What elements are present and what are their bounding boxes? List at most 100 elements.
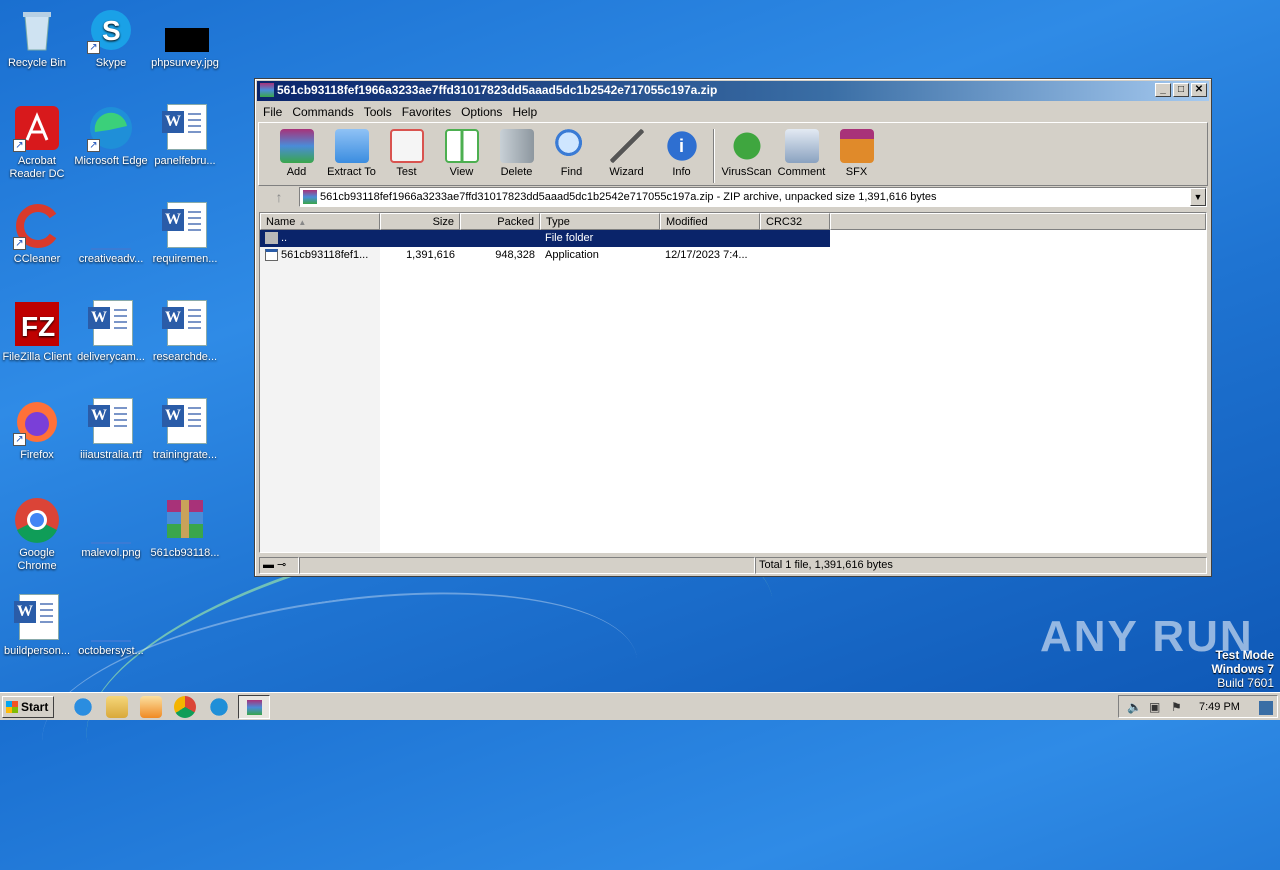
explorer-folder-icon[interactable] [106, 695, 128, 718]
tool-label: Comment [777, 166, 826, 178]
desktop-icon-buildperson[interactable]: W buildperson... [0, 594, 74, 658]
desktop-icon-trainingrate[interactable]: W trainingrate... [148, 398, 222, 462]
shortcut-arrow-icon: ↗ [87, 41, 100, 54]
chrome-icon [13, 496, 61, 544]
view-button[interactable]: View [434, 127, 489, 178]
shortcut-arrow-icon: ↗ [13, 237, 26, 250]
drive-key-icon[interactable]: ▬ ⊸ [259, 557, 299, 574]
action-center-flag-icon[interactable]: ⚑ [1171, 700, 1185, 714]
desktop-icon-filezilla[interactable]: FZ FileZilla Client [0, 300, 74, 364]
desktop-icon-deliverycam[interactable]: W deliverycam... [74, 300, 148, 364]
clock[interactable]: 7:49 PM [1199, 701, 1240, 713]
info-button[interactable]: i Info [654, 127, 709, 178]
show-desktop-button[interactable] [1259, 701, 1273, 715]
menu-help[interactable]: Help [508, 103, 543, 121]
tool-label: Delete [500, 166, 533, 178]
desktop-icon-malevol[interactable]: malevol.png [74, 496, 148, 560]
window-titlebar[interactable]: 561cb93118fef1966a3233ae7ffd31017823dd5a… [257, 81, 1209, 101]
window-title: 561cb93118fef1966a3233ae7ffd31017823dd5a… [277, 83, 718, 97]
chrome-icon[interactable] [174, 695, 196, 718]
cell-packed: 948,328 [495, 249, 535, 261]
maximize-button[interactable]: □ [1173, 83, 1189, 97]
test-button[interactable]: Test [379, 127, 434, 178]
taskbar-winrar-button[interactable] [238, 694, 270, 719]
desktop-icon-requiremen[interactable]: W requiremen... [148, 202, 222, 266]
cell-modified [660, 230, 760, 247]
menu-file[interactable]: File [259, 103, 288, 121]
blank-file-icon [87, 496, 135, 544]
close-button[interactable]: ✕ [1191, 83, 1207, 97]
menu-options[interactable]: Options [457, 103, 508, 121]
media-player-icon[interactable] [140, 695, 162, 718]
menu-tools[interactable]: Tools [360, 103, 398, 121]
icon-label: deliverycam... [77, 351, 145, 363]
volume-icon[interactable]: 🔈 [1127, 700, 1142, 714]
table-row[interactable]: .. File folder [260, 230, 830, 247]
application-file-icon [265, 249, 278, 262]
find-button[interactable]: Find [544, 127, 599, 178]
icon-label: researchde... [152, 351, 218, 363]
column-header-modified[interactable]: Modified [660, 213, 760, 230]
icon-label: Google Chrome [17, 547, 57, 572]
column-header-name[interactable]: Name ▲ [260, 213, 380, 230]
up-arrow-icon[interactable]: ↑ [259, 189, 299, 205]
cell-modified: 12/17/2023 7:4... [665, 249, 748, 261]
shortcut-arrow-icon: ↗ [13, 139, 26, 152]
desktop-icon-panelfebru[interactable]: W panelfebru... [148, 104, 222, 168]
start-button[interactable]: Start [2, 695, 54, 718]
desktop-icon-phpsurvey[interactable]: phpsurvey.jpg [148, 6, 222, 70]
desktop-icon-octobersyst[interactable]: octobersyst... [74, 594, 148, 658]
network-icon[interactable]: ▣ [1149, 700, 1163, 714]
desktop-icon-iiiaustralia[interactable]: W iiiaustralia.rtf [74, 398, 148, 462]
desktop-icon-ccleaner[interactable]: ↗ CCleaner [0, 202, 74, 266]
chevron-down-icon[interactable]: ▼ [1190, 188, 1206, 206]
desktop-icon-creativeadv[interactable]: creativeadv... [74, 202, 148, 266]
desktop-icon-recycle-bin[interactable]: Recycle Bin [0, 6, 74, 70]
minimize-button[interactable]: _ [1155, 83, 1171, 97]
comment-icon [784, 129, 819, 163]
edge-icon: ↗ [87, 104, 135, 152]
edge-icon[interactable] [208, 695, 230, 718]
wizard-button[interactable]: Wizard [599, 127, 654, 178]
wand-icon [609, 129, 644, 163]
extract-to-button[interactable]: Extract To [324, 127, 379, 178]
desktop-icon-edge[interactable]: ↗ Microsoft Edge [74, 104, 148, 168]
desktop-icon-winrar-archive[interactable]: 561cb93118... [148, 496, 222, 560]
column-header-type[interactable]: Type [540, 213, 660, 230]
firefox-icon: ↗ [13, 398, 61, 446]
ie-icon[interactable] [72, 695, 94, 718]
desktop-icon-skype[interactable]: S ↗ Skype [74, 6, 148, 70]
build-label: Build 7601 [1217, 676, 1274, 690]
address-bar: ↑ 561cb93118fef1966a3233ae7ffd31017823dd… [259, 186, 1207, 208]
cell-type: Application [545, 249, 599, 261]
column-header-packed[interactable]: Packed [460, 213, 540, 230]
path-field[interactable]: 561cb93118fef1966a3233ae7ffd31017823dd5a… [299, 187, 1207, 207]
tool-label: View [449, 166, 474, 178]
tool-label: Add [286, 166, 307, 178]
desktop-icon-researchde[interactable]: W researchde... [148, 300, 222, 364]
sfx-button[interactable]: SFX [829, 127, 884, 178]
cell-type: File folder [545, 232, 594, 244]
desktop-icon-firefox[interactable]: ↗ Firefox [0, 398, 74, 462]
tool-label: SFX [845, 166, 868, 178]
column-header-crc32[interactable]: CRC32 [760, 213, 830, 230]
sort-arrow-icon: ▲ [298, 218, 307, 227]
menu-bar: File Commands Tools Favorites Options He… [255, 103, 1211, 121]
desktop-icon-chrome[interactable]: Google Chrome [0, 496, 74, 573]
desktop-icon-acrobat[interactable]: ↗ Acrobat Reader DC [0, 104, 74, 181]
comment-button[interactable]: Comment [774, 127, 829, 178]
delete-button[interactable]: Delete [489, 127, 544, 178]
menu-favorites[interactable]: Favorites [398, 103, 457, 121]
column-header-size[interactable]: Size [380, 213, 460, 230]
virusscan-button[interactable]: VirusScan [719, 127, 774, 178]
winrar-icon [260, 83, 274, 97]
icon-label: CCleaner [13, 253, 61, 265]
menu-commands[interactable]: Commands [288, 103, 359, 121]
info-icon: i [664, 129, 699, 163]
status-left [299, 557, 755, 574]
add-button[interactable]: Add [269, 127, 324, 178]
table-row[interactable]: 561cb93118fef1... 1,391,616 948,328 Appl… [260, 247, 1206, 264]
recycle-bin-icon [13, 6, 61, 54]
icon-label: panelfebru... [154, 155, 216, 167]
system-tray: 🔈 ▣ ⚑ 7:49 PM [1118, 695, 1278, 718]
